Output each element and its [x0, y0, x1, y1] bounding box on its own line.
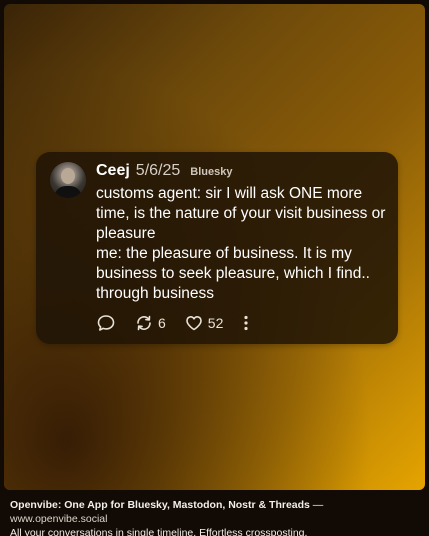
more-vertical-icon — [244, 315, 248, 331]
post-text: customs agent: sir I will ask ONE more t… — [96, 185, 386, 302]
footer-url[interactable]: www.openvibe.social — [10, 513, 107, 525]
reply-button[interactable] — [96, 313, 116, 333]
avatar-shirt — [54, 186, 82, 198]
post-card[interactable]: Ceej 5/6/25 Bluesky customs agent: sir I… — [36, 152, 398, 344]
avatar-face — [61, 168, 75, 184]
reply-bubble-icon — [97, 315, 115, 331]
gradient-background: Ceej 5/6/25 Bluesky customs agent: sir I… — [4, 4, 425, 490]
more-options-button[interactable] — [241, 313, 251, 333]
heart-icon — [185, 316, 202, 331]
avatar[interactable] — [50, 162, 86, 198]
post-date: 5/6/25 — [135, 162, 181, 179]
like-button[interactable]: 52 — [184, 313, 224, 333]
like-count: 52 — [207, 315, 224, 331]
repost-arrows-icon — [137, 315, 151, 331]
post-actions: 6 52 — [96, 312, 269, 334]
promo-footer: Openvibe: One App for Bluesky, Mastodon,… — [10, 498, 422, 536]
post-header: Ceej 5/6/25 Bluesky — [96, 162, 232, 184]
network-badge: Bluesky — [190, 166, 233, 178]
author-name[interactable]: Ceej — [96, 162, 130, 180]
repost-button[interactable]: 6 — [134, 313, 166, 333]
share-image-frame: Ceej 5/6/25 Bluesky customs agent: sir I… — [0, 0, 429, 536]
footer-line-1: Openvibe: One App for Bluesky, Mastodon,… — [10, 498, 422, 526]
repost-count: 6 — [158, 315, 166, 331]
footer-separator: — — [309, 499, 324, 511]
footer-subline: All your conversations in single timelin… — [10, 527, 308, 536]
footer-tagline: Openvibe: One App for Bluesky, Mastodon,… — [10, 499, 310, 511]
